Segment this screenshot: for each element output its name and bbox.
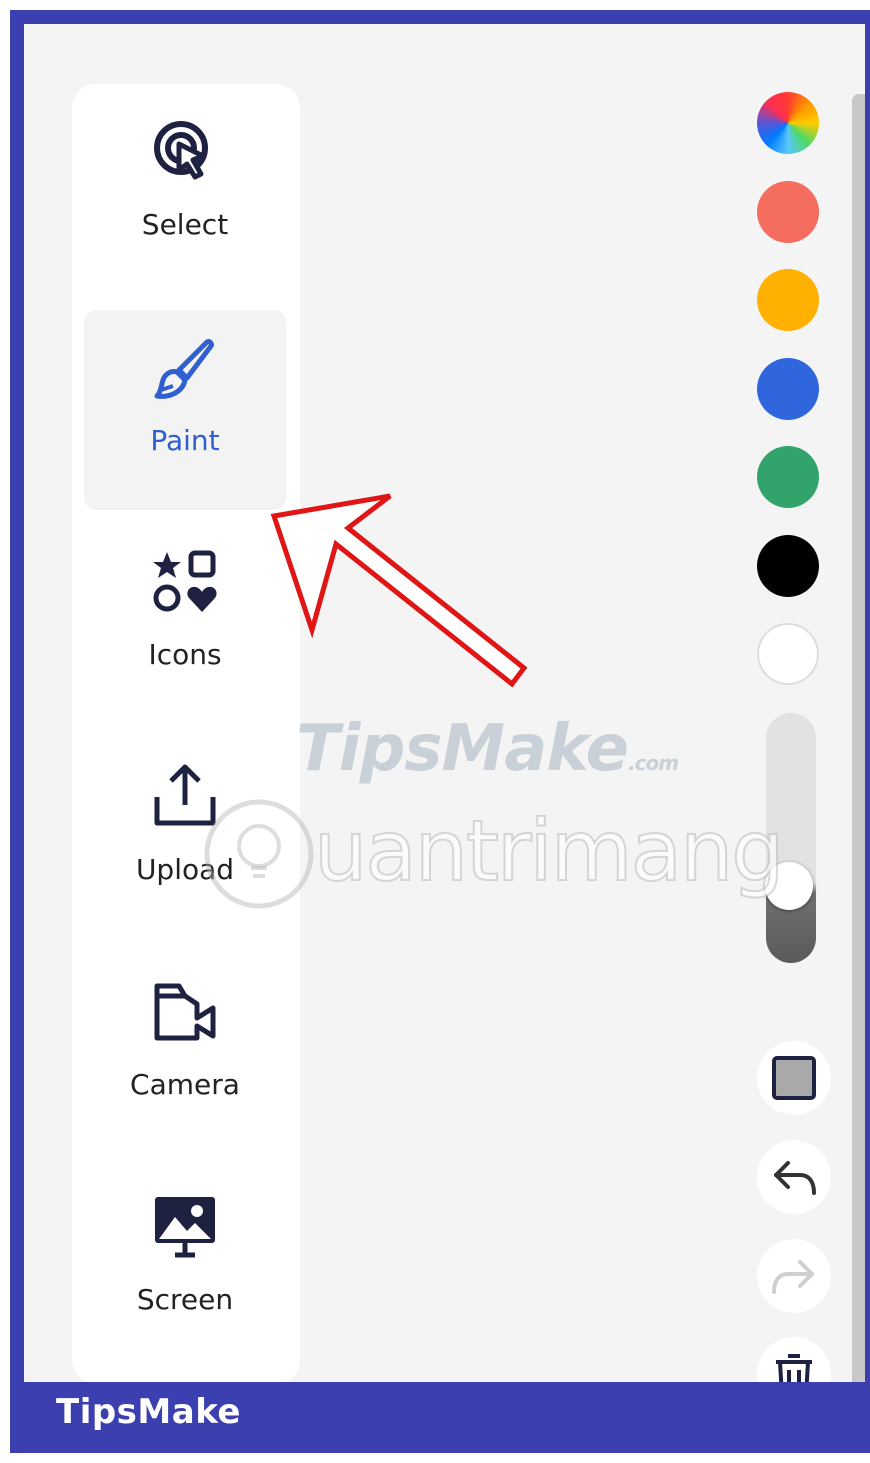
tool-select[interactable]: Select [84, 94, 286, 294]
tool-screen-label: Screen [136, 1283, 234, 1316]
tool-camera-label: Camera [130, 1068, 240, 1101]
undo-button[interactable] [757, 1140, 831, 1214]
color-swatch-orange[interactable] [757, 269, 819, 331]
red-annotation-arrow [270, 493, 528, 688]
tool-paint-label: Paint [150, 424, 220, 457]
color-swatch-black[interactable] [757, 535, 819, 597]
brand-bar: TipsMake [10, 1382, 870, 1453]
tool-sidebar: Select Paint Icons Upload Camera Screen [72, 84, 300, 1382]
color-swatch-coral[interactable] [757, 181, 819, 243]
watermark-tipsmake: TipsMake.com [296, 712, 679, 786]
select-cursor-icon [154, 121, 208, 180]
watermark-quantrimang: uantrimang [199, 794, 786, 914]
shapes-icon [153, 550, 217, 612]
tool-paint[interactable]: Paint [84, 310, 286, 510]
canvas-scrollbar[interactable] [852, 94, 865, 1382]
redo-button[interactable] [757, 1239, 831, 1313]
camera-icon [154, 983, 216, 1041]
undo-icon [774, 1161, 816, 1195]
trash-icon [776, 1354, 812, 1382]
tool-select-label: Select [141, 208, 229, 241]
drawing-canvas[interactable]: Select Paint Icons Upload Camera Screen … [24, 24, 865, 1382]
tool-camera[interactable]: Camera [84, 954, 286, 1154]
color-swatch-white[interactable] [757, 623, 819, 685]
redo-icon [772, 1260, 814, 1294]
fill-square-icon [772, 1056, 816, 1100]
tool-screen[interactable]: Screen [84, 1169, 286, 1369]
screen-share-icon [155, 1197, 215, 1258]
paintbrush-icon [154, 339, 214, 399]
watermark-bulb-icon [204, 799, 314, 909]
color-swatch-blue[interactable] [757, 358, 819, 420]
brand-name: TipsMake [56, 1392, 241, 1432]
delete-button[interactable] [757, 1337, 831, 1382]
color-swatch-green[interactable] [757, 446, 819, 508]
fill-button[interactable] [757, 1041, 831, 1115]
color-picker-rainbow[interactable] [757, 92, 819, 154]
image-frame: Select Paint Icons Upload Camera Screen … [10, 10, 870, 1453]
